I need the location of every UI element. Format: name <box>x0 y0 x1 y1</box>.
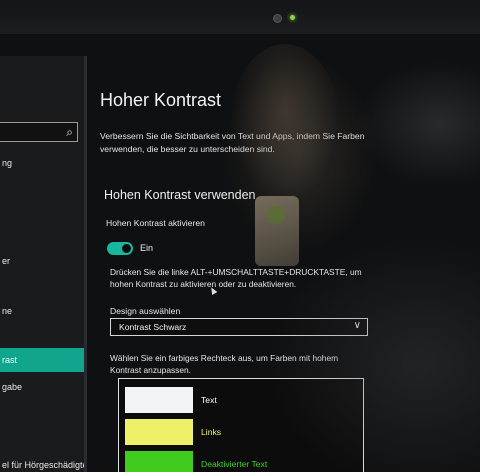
swatch-label: Links <box>201 427 222 437</box>
design-select-value: Kontrast Schwarz <box>119 322 187 332</box>
chevron-down-icon: ∨ <box>353 320 361 331</box>
webcam-lens-icon <box>273 14 282 23</box>
swatch-description: Wählen Sie ein farbiges Rechteck aus, um… <box>110 353 339 375</box>
page-description: Verbessern Sie die Sichtbarkeit von Text… <box>100 131 365 154</box>
design-label: Design auswählen <box>110 306 181 316</box>
search-icon[interactable]: ⌕ <box>66 125 73 140</box>
color-swatch-panel: Text Links Deaktivierter Text <box>118 378 364 472</box>
toggle-knob <box>122 244 131 253</box>
swatch-links[interactable] <box>125 419 193 445</box>
swatch-text[interactable] <box>125 387 193 413</box>
sidebar: ⌕ ng er ne rast gabe el für Hörgeschädig… <box>0 56 84 472</box>
sidebar-item-high-contrast[interactable]: rast <box>0 348 84 372</box>
swatch-label: Text <box>201 395 217 405</box>
high-contrast-toggle[interactable] <box>107 242 133 255</box>
sidebar-divider <box>84 56 87 472</box>
sidebar-item[interactable]: gabe <box>0 376 84 398</box>
toggle-label: Hohen Kontrast aktivieren <box>106 218 205 228</box>
sidebar-item[interactable]: ne <box>0 300 84 322</box>
swatch-disabled-text[interactable] <box>125 451 193 472</box>
webcam-led-icon <box>290 15 295 20</box>
toggle-state: Ein <box>140 243 154 253</box>
sidebar-item[interactable]: ng <box>0 152 84 174</box>
sidebar-item[interactable]: el für Hörgeschädigte <box>0 454 84 472</box>
swatch-label: Deaktivierter Text <box>201 459 268 469</box>
sidebar-item[interactable]: er <box>0 250 84 272</box>
shortcut-hint: Drücken Sie die linke ALT-+UMSCHALTTASTE… <box>110 267 362 289</box>
search-input[interactable]: ⌕ <box>0 122 78 142</box>
design-select[interactable]: Kontrast Schwarz ∨ <box>110 318 368 336</box>
settings-window: ⌕ ng er ne rast gabe el für Hörgeschädig… <box>0 34 480 472</box>
page-title: Hoher Kontrast <box>100 90 222 110</box>
main-content: Hoher Kontrast Verbessern Sie die Sichtb… <box>88 56 480 472</box>
section-heading: Hohen Kontrast verwenden <box>104 188 256 202</box>
monitor-bezel <box>0 0 480 34</box>
